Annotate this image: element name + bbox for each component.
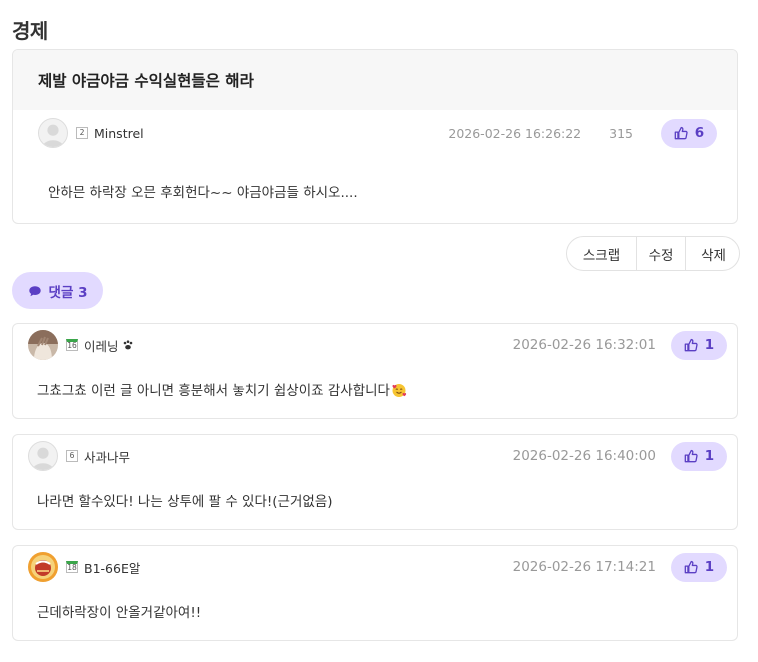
avatar-photo-icon[interactable]	[28, 330, 58, 360]
post-card: 제발 야금야금 수익실현들은 해라 2 Minstrel 2026-02-26 …	[12, 49, 738, 224]
thumbs-up-icon	[684, 338, 698, 352]
post-action-group: 스크랩 수정 삭제	[566, 236, 740, 271]
comment-like-button[interactable]: 1	[671, 552, 727, 582]
post-date: 2026-02-26 16:26:22	[448, 125, 582, 141]
board-title: 경제	[12, 19, 48, 43]
smiling-face-with-hearts-icon	[392, 384, 407, 397]
edit-button[interactable]: 수정	[636, 237, 685, 270]
comment-header: 18 B1-66E알 2026-02-26 17:14:21 1	[28, 551, 727, 583]
comment-author[interactable]: B1-66E알	[84, 558, 140, 577]
thumbs-up-icon	[684, 560, 698, 574]
avatar-default-icon[interactable]	[28, 441, 58, 471]
level-badge: 2	[76, 127, 88, 139]
paw-icon	[123, 340, 132, 350]
level-badge: 6	[66, 450, 78, 462]
post-author[interactable]: Minstrel	[94, 126, 144, 141]
comment-item: 6 사과나무 2026-02-26 16:40:00 1 나라면 할수있다! 나…	[12, 434, 738, 530]
post-hits: 315	[609, 125, 633, 141]
comment-header: 6 사과나무 2026-02-26 16:40:00 1	[28, 440, 727, 472]
level-badge: 16	[66, 339, 78, 351]
level-badge: 18	[66, 561, 78, 573]
comment-item: 18 B1-66E알 2026-02-26 17:14:21 1 근데하락장이 …	[12, 545, 738, 641]
avatar-photo-icon[interactable]	[28, 552, 58, 582]
comment-like-count: 1	[704, 337, 715, 353]
comment-author[interactable]: 사과나무	[84, 447, 130, 466]
comment-item: 16 이레닝 2026-02-26 16:32:01 1 그쵸그쵸 이런 글 아…	[12, 323, 738, 419]
comment-body: 나라면 할수있다! 나는 상투에 팔 수 있다!(근거없음)	[37, 494, 333, 510]
comment-author[interactable]: 이레닝	[84, 336, 119, 355]
comment-date: 2026-02-26 16:32:01	[512, 337, 656, 353]
comment-like-count: 1	[704, 448, 715, 464]
post-header: 제발 야금야금 수익실현들은 해라	[13, 50, 737, 110]
comment-body: 그쵸그쵸 이런 글 아니면 흥분해서 놓치기 쉽상이죠 감사합니다	[37, 379, 407, 399]
post-body: 안하믄 하락장 오믄 후회헌다~~ 야금야금들 하시오....	[48, 185, 358, 201]
comment-like-button[interactable]: 1	[671, 441, 727, 471]
post-like-count: 6	[694, 125, 705, 141]
post-like-button[interactable]: 6	[661, 118, 717, 148]
speech-bubble-icon	[28, 285, 41, 296]
comment-header: 16 이레닝 2026-02-26 16:32:01 1	[28, 329, 727, 361]
post-subject: 제발 야금야금 수익실현들은 해라	[38, 72, 254, 90]
scrap-button[interactable]: 스크랩	[567, 237, 636, 270]
comments-toggle-button[interactable]: 댓글 3	[12, 272, 103, 309]
thumbs-up-icon	[684, 449, 698, 463]
delete-button[interactable]: 삭제	[685, 237, 739, 270]
comment-date: 2026-02-26 17:14:21	[512, 559, 656, 575]
avatar-default-icon[interactable]	[38, 118, 68, 148]
post-meta: 2 Minstrel 2026-02-26 16:26:22 315 6	[13, 110, 737, 156]
comment-text: 그쵸그쵸 이런 글 아니면 흥분해서 놓치기 쉽상이죠 감사합니다	[37, 383, 390, 399]
thumbs-up-icon	[674, 126, 688, 140]
comment-body: 근데하락장이 안올거같아여!!	[37, 605, 202, 621]
comment-like-count: 1	[704, 559, 715, 575]
comment-like-button[interactable]: 1	[671, 330, 727, 360]
comments-toggle-label: 댓글 3	[48, 284, 88, 301]
comment-date: 2026-02-26 16:40:00	[512, 448, 656, 464]
